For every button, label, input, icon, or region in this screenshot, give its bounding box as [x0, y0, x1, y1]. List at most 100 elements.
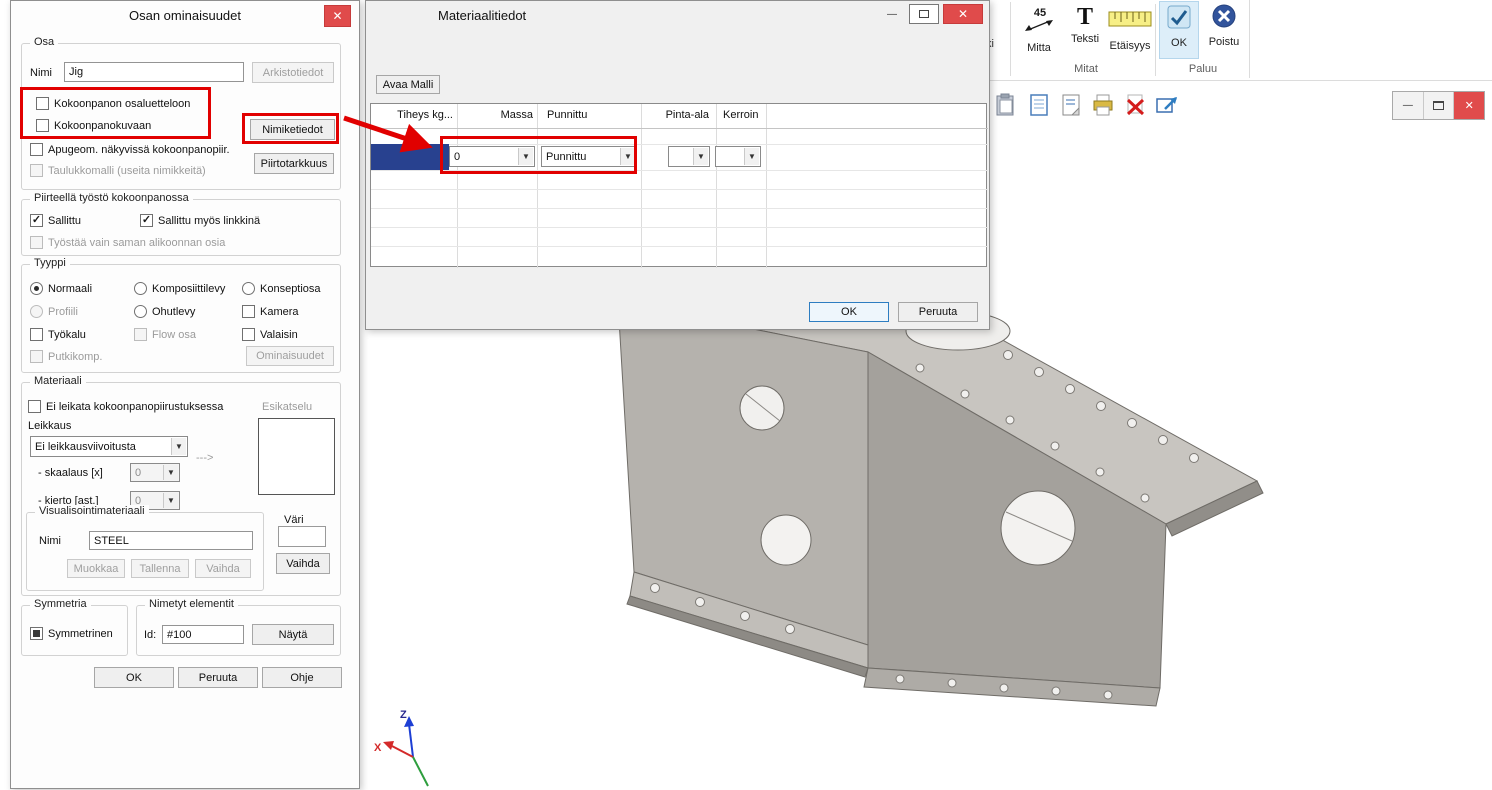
- ribbon-button-poistu[interactable]: Poistu: [1201, 1, 1247, 59]
- material-ok-button[interactable]: OK: [809, 302, 889, 322]
- part-ohje-button[interactable]: Ohje: [262, 667, 342, 688]
- group-nimetyt: Nimetyt elementit Id: #100 Näytä: [136, 605, 341, 656]
- arkistotiedot-button[interactable]: Arkistotiedot: [252, 62, 334, 83]
- part-dialog-title: Osan ominaisuudet: [11, 8, 359, 23]
- checkbox-apugeom[interactable]: [30, 143, 43, 156]
- selected-cell[interactable]: [371, 144, 449, 170]
- radio-normaali[interactable]: [30, 282, 43, 295]
- checkbox-ei-leikata[interactable]: [28, 400, 41, 413]
- chevron-down-icon[interactable]: ▼: [693, 148, 708, 165]
- column-header-punnittu[interactable]: Punnittu: [547, 109, 587, 121]
- pinta-ala-select[interactable]: ▼: [668, 146, 710, 167]
- page-preview-icon[interactable]: [1058, 92, 1084, 123]
- ominaisuudet-button[interactable]: Ominaisuudet: [246, 346, 334, 366]
- group-nimetyt-legend: Nimetyt elementit: [145, 598, 238, 610]
- dimension-45-icon: 45: [1024, 3, 1054, 40]
- svg-text:45: 45: [1034, 7, 1046, 19]
- vis-vaihda-button[interactable]: Vaihda: [195, 559, 251, 578]
- material-dialog-titlebar[interactable]: Materiaalitiedot — ✕: [366, 1, 989, 30]
- vis-nimi-input[interactable]: STEEL: [89, 531, 253, 550]
- group-tyyppi: Tyyppi Normaali Komposiittilevy Konsepti…: [21, 264, 341, 373]
- ribbon-button-teksti[interactable]: T Teksti: [1064, 1, 1106, 59]
- leikkaus-select[interactable]: Ei leikkausviivoitusta ▼: [30, 436, 188, 457]
- radio-profiili-label: Profiili: [48, 306, 78, 318]
- window-maximize-button[interactable]: [1424, 92, 1455, 119]
- ruler-icon: [1108, 3, 1152, 38]
- radio-normaali-label: Normaali: [48, 283, 92, 295]
- radio-ohutlevy[interactable]: [134, 305, 147, 318]
- nayta-button[interactable]: Näytä: [252, 624, 334, 645]
- vari-vaihda-button[interactable]: Vaihda: [276, 553, 330, 574]
- part-dialog-titlebar[interactable]: Osan ominaisuudet ✕: [11, 1, 359, 30]
- radio-profiili: [30, 305, 43, 318]
- checkbox-tyosta-alikoonta: [30, 236, 43, 249]
- ribbon-label-ok: OK: [1171, 37, 1187, 49]
- punnittu-value: Punnittu: [546, 151, 586, 163]
- punnittu-select[interactable]: Punnittu ▼: [541, 146, 637, 167]
- model-hole: [761, 515, 811, 565]
- column-header-tiheys[interactable]: Tiheys kg...: [371, 109, 453, 121]
- tallenna-button[interactable]: Tallenna: [131, 559, 189, 578]
- piirtotarkkuus-button[interactable]: Piirtotarkkuus: [254, 153, 334, 174]
- text-icon: T: [1077, 3, 1093, 31]
- group-osa-legend: Osa: [30, 36, 58, 48]
- chevron-down-icon[interactable]: ▼: [620, 148, 635, 165]
- chevron-down-icon[interactable]: ▼: [518, 148, 533, 165]
- delete-icon[interactable]: [1122, 92, 1148, 123]
- window-close-button[interactable]: ✕: [1454, 92, 1484, 119]
- chevron-down-icon[interactable]: ▼: [744, 148, 759, 165]
- nimiketiedot-button[interactable]: Nimiketiedot: [250, 119, 335, 140]
- checkbox-valaisin[interactable]: [242, 328, 255, 341]
- material-close-button[interactable]: ✕: [943, 4, 983, 24]
- radio-komposiittilevy[interactable]: [134, 282, 147, 295]
- material-minimize-button[interactable]: —: [879, 4, 905, 24]
- group-materiaali: Materiaali Ei leikata kokoonpanopiirustu…: [21, 382, 341, 596]
- avaa-malli-button[interactable]: Avaa Malli: [376, 75, 440, 94]
- muokkaa-button[interactable]: Muokkaa: [67, 559, 125, 578]
- skaalaus-select[interactable]: 0 ▼: [130, 463, 180, 482]
- checkbox-flow: [134, 328, 147, 341]
- column-header-kerroin[interactable]: Kerroin: [723, 109, 758, 121]
- checkbox-osaluettelo[interactable]: [36, 97, 49, 110]
- part-peruuta-button[interactable]: Peruuta: [178, 667, 258, 688]
- window-minimize-button[interactable]: —: [1393, 92, 1424, 119]
- ribbon-button-etaisyys[interactable]: Etäisyys: [1104, 1, 1156, 59]
- checkbox-kokoonpanokuva[interactable]: [36, 119, 49, 132]
- close-icon: ✕: [332, 9, 342, 23]
- part-dialog-close-button[interactable]: ✕: [324, 5, 351, 27]
- maximize-icon: [919, 10, 929, 18]
- preview-box: [258, 418, 335, 495]
- kerroin-select[interactable]: ▼: [715, 146, 761, 167]
- group-materiaali-legend: Materiaali: [30, 375, 86, 387]
- part-ok-button[interactable]: OK: [94, 667, 174, 688]
- column-header-massa[interactable]: Massa: [459, 109, 533, 121]
- print-icon[interactable]: [1090, 92, 1116, 123]
- color-swatch[interactable]: [278, 526, 326, 547]
- nimi-input[interactable]: Jig: [64, 62, 244, 82]
- checkbox-sallittu[interactable]: ✓: [30, 214, 43, 227]
- radio-konseptiosa[interactable]: [242, 282, 255, 295]
- checkbox-kamera[interactable]: [242, 305, 255, 318]
- checkbox-apugeom-label: Apugeom. näkyvissä kokoonpanopiir.: [48, 144, 230, 156]
- id-input[interactable]: #100: [162, 625, 244, 644]
- chevron-down-icon: ▼: [163, 493, 178, 508]
- material-peruuta-button[interactable]: Peruuta: [898, 302, 978, 322]
- massa-select[interactable]: 0 ▼: [449, 146, 535, 167]
- check-icon: ✓: [32, 215, 41, 226]
- nimi-value: Jig: [69, 66, 83, 78]
- ribbon-button-ok[interactable]: OK: [1159, 1, 1199, 59]
- document-icon[interactable]: [1026, 92, 1052, 123]
- chevron-down-icon[interactable]: ▼: [171, 438, 186, 455]
- massa-value: 0: [454, 151, 460, 163]
- radio-konseptiosa-label: Konseptiosa: [260, 283, 321, 295]
- checkbox-tyokalu[interactable]: [30, 328, 43, 341]
- export-view-icon[interactable]: [1154, 92, 1180, 123]
- material-maximize-button[interactable]: [909, 4, 939, 24]
- ribbon-button-mitta[interactable]: 45 Mitta: [1016, 1, 1062, 59]
- column-header-pinta-ala[interactable]: Pinta-ala: [643, 109, 709, 121]
- paste-icon[interactable]: [992, 92, 1018, 123]
- checkbox-symmetrinen[interactable]: [30, 627, 43, 640]
- group-symmetria: Symmetria Symmetrinen: [21, 605, 128, 656]
- checkbox-sallittu-linkki[interactable]: ✓: [140, 214, 153, 227]
- leikkaus-label: Leikkaus: [28, 420, 71, 432]
